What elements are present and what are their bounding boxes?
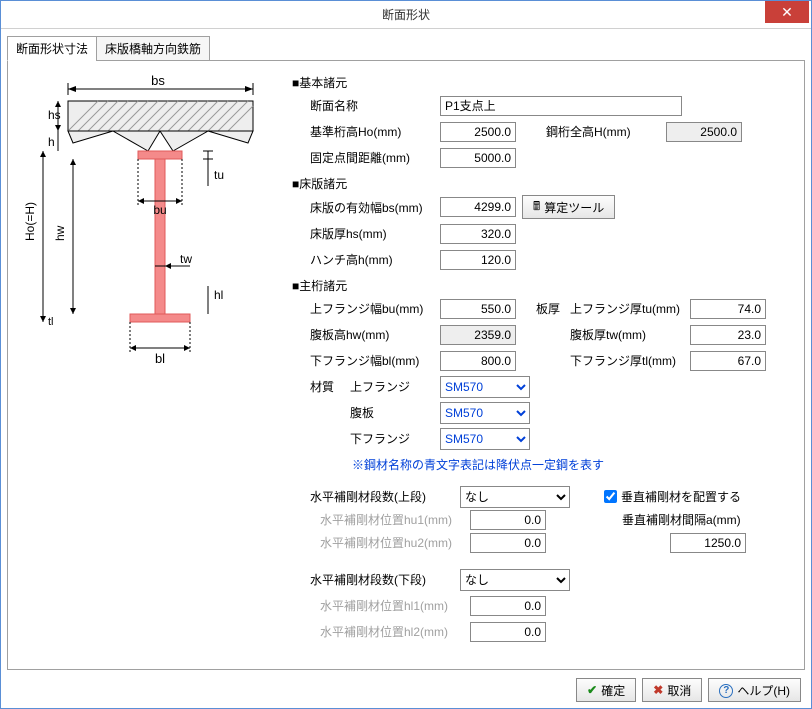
svg-text:bl: bl <box>155 351 165 366</box>
calc-tool-label: 算定ツール <box>544 199 604 216</box>
input-h-total <box>666 122 742 142</box>
help-button[interactable]: ヘルプ(H) <box>708 678 801 702</box>
label-ho: 基準桁高Ho(mm) <box>310 123 440 140</box>
svg-text:h: h <box>48 135 55 149</box>
input-section-name[interactable] <box>440 96 682 116</box>
input-hl1[interactable] <box>470 596 546 616</box>
svg-text:hl: hl <box>214 288 223 302</box>
tab-bar: 断面形状寸法 床版橋軸方向鉄筋 <box>7 36 805 61</box>
label-fixdist: 固定点間距離(mm) <box>310 149 440 166</box>
label-hu1: 水平補剛材位置hu1(mm) <box>320 511 470 528</box>
label-mat-uf: 上フランジ <box>350 378 440 395</box>
label-haunch: ハンチ高h(mm) <box>310 251 440 268</box>
tab-dimensions[interactable]: 断面形状寸法 <box>7 36 97 61</box>
label-stiff-lower: 水平補剛材段数(下段) <box>310 571 460 588</box>
label-thickness: 板厚 <box>536 300 570 317</box>
label-hl2: 水平補剛材位置hl2(mm) <box>320 623 470 640</box>
input-hu1[interactable] <box>470 510 546 530</box>
check-icon <box>587 683 597 697</box>
input-ho[interactable] <box>440 122 516 142</box>
label-section-name: 断面名称 <box>310 97 440 114</box>
label-bu: 上フランジ幅bu(mm) <box>310 300 440 317</box>
section-basic-header: ■基本諸元 <box>292 74 790 91</box>
material-note: ※鋼材名称の青文字表記は降伏点一定鋼を表す <box>292 456 790 473</box>
input-hu2[interactable] <box>470 533 546 553</box>
label-bl: 下フランジ幅bl(mm) <box>310 352 440 369</box>
cancel-button[interactable]: 取消 <box>642 678 702 702</box>
section-slab-header: ■床版諸元 <box>292 175 790 192</box>
input-bl[interactable] <box>440 351 516 371</box>
select-mat-uf[interactable]: SM570 <box>440 376 530 398</box>
input-hs[interactable] <box>440 224 516 244</box>
svg-text:tl: tl <box>48 316 54 328</box>
select-stiff-upper[interactable]: なし <box>460 486 570 508</box>
window-title: 断面形状 <box>1 6 811 23</box>
label-hl1: 水平補剛材位置hl1(mm) <box>320 597 470 614</box>
label-bs: 床版の有効幅bs(mm) <box>310 199 440 216</box>
help-icon <box>719 682 733 698</box>
dialog-footer: 確定 取消 ヘルプ(H) <box>7 670 805 702</box>
label-tw: 腹板厚tw(mm) <box>570 326 690 343</box>
calc-tool-button[interactable]: 算定ツール <box>522 195 615 219</box>
svg-text:hs: hs <box>48 108 61 122</box>
input-tw[interactable] <box>690 325 766 345</box>
input-fixdist[interactable] <box>440 148 516 168</box>
label-hu2: 水平補剛材位置hu2(mm) <box>320 534 470 551</box>
label-hs: 床版厚hs(mm) <box>310 225 440 242</box>
input-tl[interactable] <box>690 351 766 371</box>
section-diagram: bs <box>18 71 273 371</box>
titlebar: 断面形状 ✕ <box>1 1 811 29</box>
close-button[interactable]: ✕ <box>765 1 809 23</box>
tab-rebar[interactable]: 床版橋軸方向鉄筋 <box>96 36 210 61</box>
tab-panel: bs <box>7 60 805 670</box>
label-mat-lf: 下フランジ <box>350 430 440 447</box>
label-material: 材質 <box>310 378 350 395</box>
ok-button[interactable]: 確定 <box>576 678 636 702</box>
select-mat-lf[interactable]: SM570 <box>440 428 530 450</box>
ok-label: 確定 <box>601 682 625 699</box>
label-mat-web: 腹板 <box>350 404 440 421</box>
cancel-icon <box>653 683 663 697</box>
label-vert-stiff: 垂直補剛材を配置する <box>621 488 741 505</box>
svg-text:tw: tw <box>180 252 192 266</box>
checkbox-vert-stiff[interactable] <box>604 490 617 503</box>
label-stiff-upper: 水平補剛材段数(上段) <box>310 488 460 505</box>
close-icon: ✕ <box>781 4 793 21</box>
svg-text:bu: bu <box>153 203 166 217</box>
select-stiff-lower[interactable]: なし <box>460 569 570 591</box>
input-hl2[interactable] <box>470 622 546 642</box>
calculator-icon <box>533 197 540 218</box>
input-vert-a[interactable] <box>670 533 746 553</box>
input-hw <box>440 325 516 345</box>
label-h-total: 鋼桁全高H(mm) <box>546 123 666 140</box>
input-haunch[interactable] <box>440 250 516 270</box>
help-label: ヘルプ(H) <box>737 682 790 699</box>
input-bu[interactable] <box>440 299 516 319</box>
svg-text:Ho(=H): Ho(=H) <box>23 202 37 241</box>
cancel-label: 取消 <box>667 682 691 699</box>
label-vert-a: 垂直補剛材間隔a(mm) <box>622 511 741 528</box>
section-girder-header: ■主桁諸元 <box>292 277 790 294</box>
select-mat-web[interactable]: SM570 <box>440 402 530 424</box>
input-tu[interactable] <box>690 299 766 319</box>
input-bs[interactable] <box>440 197 516 217</box>
svg-text:bs: bs <box>151 73 165 88</box>
label-tu: 上フランジ厚tu(mm) <box>570 300 690 317</box>
label-hw: 腹板高hw(mm) <box>310 326 440 343</box>
label-tl: 下フランジ厚tl(mm) <box>570 352 690 369</box>
svg-text:hw: hw <box>53 225 67 241</box>
svg-text:tu: tu <box>214 168 224 182</box>
